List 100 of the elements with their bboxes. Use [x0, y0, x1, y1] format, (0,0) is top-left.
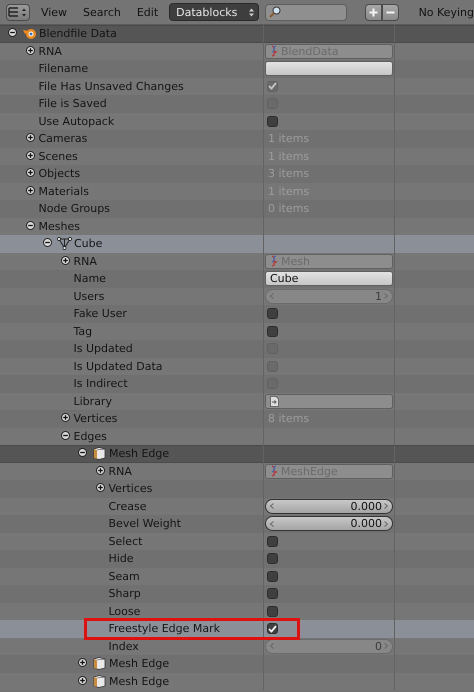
row-label: RNA [74, 254, 97, 268]
collapse-icon[interactable] [26, 220, 34, 230]
menu-item[interactable]: Edit [132, 6, 164, 18]
outliner-row[interactable]: Tag [0, 322, 474, 340]
number-field[interactable]: 0.000 [265, 498, 393, 514]
menu-item[interactable]: Search [78, 6, 126, 18]
row-label: Blendfile Data [39, 27, 117, 40]
editor-type-button[interactable] [6, 4, 30, 20]
cube-icon [92, 447, 107, 460]
row-label: Name [74, 272, 106, 286]
expand-icon[interactable] [26, 133, 34, 142]
outliner-row[interactable]: Crease 0.000 [0, 498, 474, 515]
chevron-left-icon[interactable] [270, 503, 274, 510]
checkbox[interactable] [267, 570, 278, 582]
up-down-arrows-icon [248, 8, 254, 16]
expand-icon[interactable] [78, 658, 87, 668]
collapse-icon[interactable] [78, 448, 87, 458]
row-label: Hide [108, 552, 134, 566]
row-label: Crease [108, 500, 146, 513]
text-field[interactable] [265, 61, 393, 76]
row-label: Bevel Weight [108, 517, 181, 530]
row-label: Objects [38, 167, 80, 180]
row-label: RNA [108, 464, 132, 478]
row-label: Is Updated [74, 342, 133, 356]
row-label: Freestyle Edge Mark [108, 622, 220, 636]
rna-icon [270, 45, 278, 58]
add-button[interactable] [364, 4, 382, 20]
expand-icon[interactable] [26, 168, 34, 178]
checkbox[interactable] [267, 326, 278, 337]
checkbox[interactable] [267, 536, 278, 547]
expand-icon[interactable] [78, 676, 87, 685]
plus-icon [368, 8, 378, 16]
blender-logo-icon [22, 27, 37, 40]
collapse-icon[interactable] [43, 238, 52, 248]
rna-icon [270, 255, 278, 268]
outliner-row[interactable]: Edges [0, 428, 474, 445]
checkbox[interactable] [267, 606, 278, 617]
row-label: Vertices [108, 482, 152, 496]
checkbox[interactable] [267, 116, 278, 127]
menu-item[interactable]: View [36, 6, 72, 18]
outliner-row[interactable]: Mesh Edge [0, 672, 474, 690]
display-mode-dropdown[interactable]: Datablocks [169, 3, 259, 21]
library-field[interactable] [265, 394, 393, 409]
collapse-icon[interactable] [8, 28, 17, 38]
checkbox[interactable] [267, 623, 278, 634]
row-label: Materials [38, 184, 89, 198]
row-label: Index [108, 640, 139, 653]
row-label: Seam [108, 570, 140, 583]
cube-icon [92, 674, 107, 688]
row-label: Mesh Edge [109, 674, 170, 688]
row-label: Mesh Edge [109, 447, 170, 460]
row-label: Filename [38, 62, 88, 76]
row-label: Tag [74, 324, 92, 338]
chevron-right-icon[interactable] [384, 520, 388, 527]
row-label: Vertices [74, 412, 118, 426]
outliner-row[interactable]: Freestyle Edge Mark [0, 620, 474, 638]
collapse-icon[interactable] [60, 430, 70, 440]
expand-icon[interactable] [96, 466, 104, 475]
checkbox[interactable] [267, 308, 278, 320]
file-link-icon [270, 396, 279, 407]
outliner-row[interactable]: Blendfile Data [0, 25, 474, 42]
expand-icon[interactable] [96, 483, 104, 492]
expand-icon[interactable] [60, 413, 70, 422]
row-label: Users [74, 290, 104, 303]
checkbox[interactable] [267, 553, 278, 564]
expand-icon[interactable] [26, 46, 34, 55]
rna-icon [270, 465, 278, 478]
search-icon [268, 6, 281, 18]
search-field[interactable] [264, 4, 347, 20]
outliner-row[interactable]: Seam [0, 568, 474, 585]
outliner-row[interactable]: Library [0, 392, 474, 410]
outliner-row[interactable]: Meshes [0, 218, 474, 235]
row-label: Is Indirect [74, 377, 128, 390]
row-label: File is Saved [38, 97, 107, 110]
row-label: Library [74, 394, 112, 408]
outliner-row[interactable]: Cube [0, 235, 474, 252]
mesh-icon [57, 237, 72, 250]
chevron-left-icon[interactable] [270, 520, 274, 527]
outliner-row[interactable]: Use Autopack [0, 112, 474, 130]
remove-button[interactable] [382, 4, 399, 20]
outliner-row[interactable]: Is Updated Data [0, 358, 474, 375]
expand-icon[interactable] [26, 150, 34, 160]
row-label: Use Autopack [38, 114, 114, 128]
number-field[interactable]: 0.000 [265, 516, 393, 532]
outliner-row[interactable]: File Has Unsaved Changes [0, 78, 474, 95]
expand-icon[interactable] [60, 256, 70, 265]
chevron-right-icon[interactable] [384, 503, 388, 510]
row-label: Node Groups [38, 202, 110, 216]
row-label: Meshes [38, 220, 80, 233]
checkbox[interactable] [267, 588, 278, 600]
outliner-row[interactable]: Select [0, 532, 474, 550]
row-label: Fake User [74, 307, 127, 320]
outliner-row[interactable]: Mesh Edge [0, 445, 474, 462]
cube-icon [92, 657, 107, 670]
row-label: RNA [38, 44, 62, 58]
row-label: Loose [108, 604, 140, 618]
expand-icon[interactable] [26, 186, 34, 195]
row-label: Is Updated Data [74, 360, 163, 373]
text-field[interactable]: Cube [265, 271, 393, 286]
keying-set-label: No Keying [418, 6, 474, 18]
